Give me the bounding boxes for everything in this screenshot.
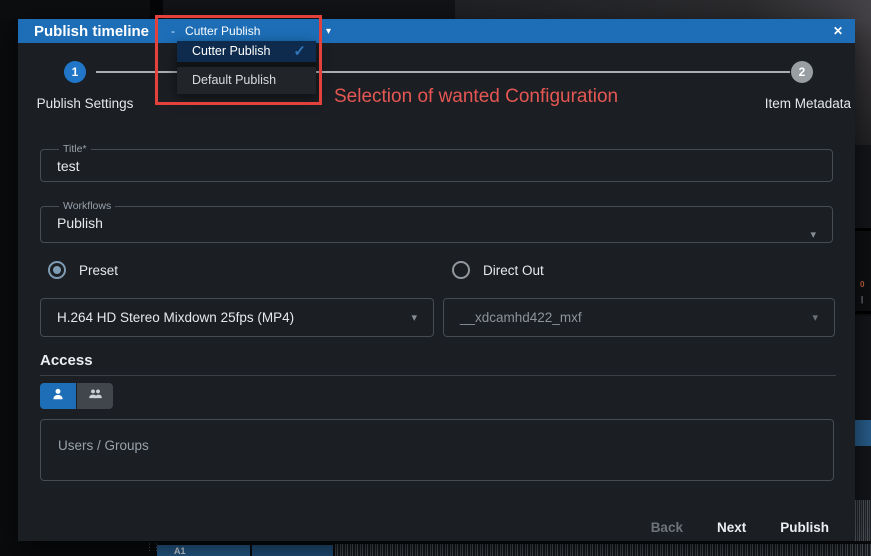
background-audio-track-row: ⋮⋮ A1 <box>0 541 871 556</box>
background-waveform <box>335 544 871 556</box>
access-heading: Access <box>40 352 93 369</box>
radio-preset-label: Preset <box>79 263 118 278</box>
background-app-top <box>0 0 871 19</box>
dialog-header: Publish timeline - Cutter Publish ▾ ✕ <box>18 19 855 43</box>
timecode-fragment: 0 <box>860 280 864 289</box>
chevron-down-icon: ▾ <box>812 311 818 324</box>
radio-preset[interactable]: Preset <box>48 261 118 279</box>
users-groups-placeholder: Users / Groups <box>58 438 149 453</box>
background-app-right: 0 | <box>855 19 871 541</box>
publish-button[interactable]: Publish <box>770 514 839 541</box>
groups-toggle-button[interactable] <box>77 383 113 409</box>
audio-track-header: A1 <box>157 545 250 556</box>
background-timeline-clip <box>855 420 871 446</box>
direct-out-select[interactable]: __xdcamhd422_mxf ▾ <box>443 298 835 337</box>
step-1-indicator[interactable]: 1 <box>64 61 86 83</box>
chevron-down-icon: ▾ <box>810 228 816 241</box>
access-type-toggle <box>40 383 113 409</box>
user-icon <box>51 387 65 406</box>
output-mode-radios: Preset Direct Out <box>18 261 855 283</box>
step-2-label: Item Metadata <box>746 96 851 111</box>
next-button[interactable]: Next <box>707 514 756 541</box>
ruler-tick: | <box>861 295 863 304</box>
screen: 0 | ⋮⋮ A1 Publish timeline - Cutter Publ… <box>0 0 871 556</box>
background-video-preview <box>855 19 871 145</box>
menu-item-default-publish[interactable]: Default Publish <box>177 67 316 94</box>
background-divider <box>150 0 163 19</box>
chevron-down-icon: ▾ <box>326 26 331 37</box>
radio-unselected-icon <box>452 261 470 279</box>
users-groups-input[interactable]: Users / Groups <box>40 419 834 481</box>
radio-direct-out[interactable]: Direct Out <box>452 261 544 279</box>
background-panel <box>0 0 150 19</box>
check-icon: ✓ <box>293 42 306 60</box>
preset-select[interactable]: H.264 HD Stereo Mixdown 25fps (MP4) ▾ <box>40 298 434 337</box>
menu-item-label: Cutter Publish <box>192 45 274 58</box>
users-icon <box>88 387 103 405</box>
configuration-dropdown[interactable]: - Cutter Publish ▾ <box>171 24 331 38</box>
workflows-select[interactable]: Workflows Publish ▾ <box>40 200 833 243</box>
divider <box>40 375 836 376</box>
radio-direct-out-label: Direct Out <box>483 263 544 278</box>
workflows-label: Workflows <box>59 200 115 212</box>
preset-select-value: H.264 HD Stereo Mixdown 25fps (MP4) <box>57 310 294 325</box>
dialog-footer: Back Next Publish <box>627 514 839 541</box>
close-icon[interactable]: ✕ <box>829 23 847 39</box>
step-1-label: Publish Settings <box>30 96 140 111</box>
dash-separator: - <box>171 24 175 38</box>
radio-selected-icon <box>48 261 66 279</box>
background-waveform <box>855 500 871 541</box>
background-divider <box>855 311 871 314</box>
back-button[interactable]: Back <box>641 514 693 541</box>
annotation-text: Selection of wanted Configuration <box>334 86 618 108</box>
dialog-title: Publish timeline <box>34 23 149 40</box>
chevron-down-icon: ▾ <box>411 311 417 324</box>
title-field-value[interactable]: test <box>57 158 816 174</box>
configuration-selected-value: Cutter Publish <box>185 24 260 38</box>
configuration-dropdown-menu: Cutter Publish ✓ Default Publish <box>177 41 316 94</box>
workflows-value: Publish <box>57 215 816 231</box>
menu-item-cutter-publish[interactable]: Cutter Publish ✓ <box>177 41 316 67</box>
title-field[interactable]: Title* test <box>40 143 833 182</box>
background-video-preview <box>455 0 871 19</box>
title-field-label: Title* <box>59 143 91 155</box>
direct-out-select-value: __xdcamhd422_mxf <box>460 310 582 325</box>
step-2-indicator[interactable]: 2 <box>791 61 813 83</box>
audio-track-header-pane <box>252 545 333 556</box>
users-toggle-button[interactable] <box>40 383 76 409</box>
